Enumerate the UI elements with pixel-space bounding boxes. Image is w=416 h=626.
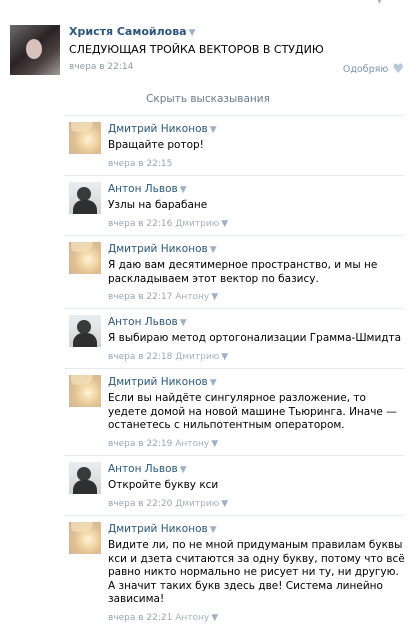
reply-to-link[interactable]: Дмитрию xyxy=(175,352,219,362)
comment-time[interactable]: вчера в 22:16 xyxy=(108,219,172,229)
comment-text: Откройте букву кси xyxy=(108,479,219,491)
reply-to-link[interactable]: Антону xyxy=(175,439,209,449)
avatar[interactable] xyxy=(69,242,101,274)
comment-time[interactable]: вчера в 22:18 xyxy=(108,352,172,362)
comment-item: Антон Львов ▼ Я выбираю метод ортогонализа… xyxy=(0,308,416,368)
wall-post: Христя Самойлова ▼ СЛЕДУЮЩАЯ ТРОЙКА ВЕКТО… xyxy=(0,0,416,82)
like-label: Одобряю xyxy=(342,64,389,75)
dropdown-arrow-icon[interactable]: ▼ xyxy=(221,499,228,509)
dropdown-arrow-icon[interactable]: ▼ xyxy=(210,525,217,535)
post-author-link[interactable]: Христя Самойлова xyxy=(69,25,187,38)
comment-author-link[interactable]: Антон Львов xyxy=(108,316,178,328)
dropdown-arrow-icon[interactable]: ▼ xyxy=(180,465,187,475)
comment-item: Антон Львов ▼ Узлы на барабане вчера в 22:1… xyxy=(0,175,416,235)
comment-divider xyxy=(64,515,404,516)
avatar[interactable] xyxy=(69,522,101,554)
avatar[interactable] xyxy=(69,182,101,214)
hide-comments-link[interactable]: Скрыть высказывания xyxy=(0,93,416,105)
avatar[interactable] xyxy=(69,122,101,154)
comment-time[interactable]: вчера в 22:17 xyxy=(108,292,172,302)
dropdown-arrow-icon[interactable]: ▼ xyxy=(210,125,217,135)
comment-text: Вращайте ротор! xyxy=(108,139,204,151)
comment-author-link[interactable]: Дмитрий Никонов xyxy=(108,243,208,255)
comment-author-link[interactable]: Дмитрий Никонов xyxy=(108,523,208,535)
avatar[interactable] xyxy=(69,375,101,407)
reply-to-link[interactable]: Дмитрию xyxy=(175,219,219,229)
comment-divider xyxy=(64,175,404,176)
comment-divider xyxy=(64,368,404,369)
comment-author-link[interactable]: Антон Львов xyxy=(108,183,178,195)
reply-to-link[interactable]: Антону xyxy=(175,613,209,623)
dropdown-arrow-icon[interactable]: ▼ xyxy=(210,245,217,255)
comment-divider xyxy=(64,455,404,456)
comment-time[interactable]: вчера в 22:20 xyxy=(108,499,172,509)
comment-item: Антон Львов ▼ Откройте букву кси вчера в 22… xyxy=(0,455,416,515)
dropdown-arrow-icon[interactable]: ▼ xyxy=(211,292,218,302)
comment-item: Дмитрий Никонов ▼ Если вы найдёте сингуляр… xyxy=(0,368,416,455)
post-date[interactable]: вчера в 22:14 xyxy=(69,62,133,72)
dropdown-arrow-icon[interactable]: ▼ xyxy=(189,28,196,38)
comment-author-link[interactable]: Дмитрий Никонов xyxy=(108,123,208,135)
dropdown-arrow-icon[interactable]: ▼ xyxy=(211,439,218,449)
dropdown-arrow-icon[interactable]: ▼ xyxy=(180,318,187,328)
comment-item: Дмитрий Никонов ▼ Вращайте ротор! вчера в 2… xyxy=(0,115,416,175)
comment-divider xyxy=(64,308,404,309)
comment-text: Видите ли, по не мной придуманым правила… xyxy=(108,539,405,605)
post-text: СЛЕДУЮЩАЯ ТРОЙКА ВЕКТОРОВ В СТУДИЮ xyxy=(69,43,324,56)
dropdown-arrow-icon[interactable]: ▼ xyxy=(221,352,228,362)
like-button[interactable]: Одобряю ♥ xyxy=(343,62,404,77)
comment-text: Узлы на барабане xyxy=(108,199,208,211)
comment-item: Дмитрий Никонов ▼ Я даю вам десятимерное п… xyxy=(0,235,416,308)
avatar[interactable] xyxy=(69,315,101,347)
comment-time[interactable]: вчера в 22:21 xyxy=(108,613,172,623)
heart-icon: ♥ xyxy=(392,62,404,77)
comment-time[interactable]: вчера в 22:19 xyxy=(108,439,172,449)
dropdown-arrow-icon[interactable]: ▼ xyxy=(221,219,228,229)
comment-author-link[interactable]: Антон Львов xyxy=(108,463,178,475)
dropdown-arrow-icon[interactable]: ▼ xyxy=(210,378,217,388)
comment-divider xyxy=(64,115,404,116)
comment-text: Я даю вам десятимерное пространство, и м… xyxy=(108,259,378,285)
reply-to-link[interactable]: Дмитрию xyxy=(175,499,219,509)
avatar[interactable] xyxy=(10,25,60,75)
comment-divider xyxy=(64,235,404,236)
comment-time[interactable]: вчера в 22:15 xyxy=(108,159,172,169)
reply-to-link[interactable]: Антону xyxy=(175,292,209,302)
avatar[interactable] xyxy=(69,462,101,494)
comment-text: Я выбираю метод ортогонализации Грамма-Ш… xyxy=(108,332,402,344)
comment-text: Если вы найдёте сингулярное разложение, … xyxy=(108,392,397,431)
comment-item: Дмитрий Никонов ▼ Видите ли, по не мной пр… xyxy=(0,515,416,623)
dropdown-arrow-icon[interactable]: ▼ xyxy=(180,185,187,195)
comment-author-link[interactable]: Дмитрий Никонов xyxy=(108,376,208,388)
dropdown-arrow-icon[interactable]: ▼ xyxy=(211,613,218,623)
